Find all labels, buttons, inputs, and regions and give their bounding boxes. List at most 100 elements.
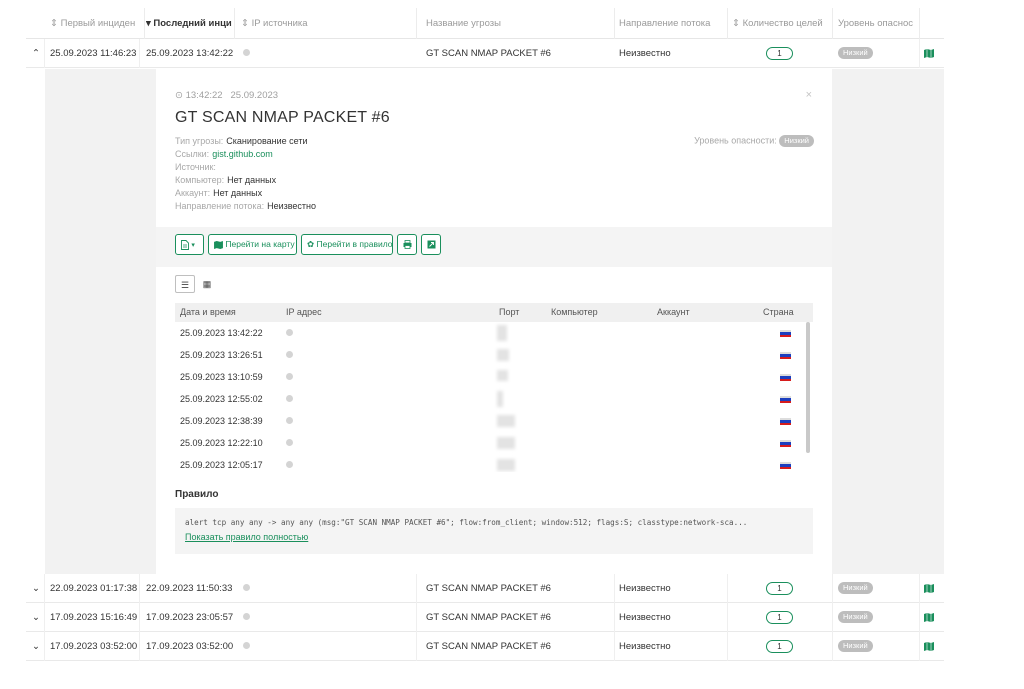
prop-key: Ссылки: (175, 149, 210, 159)
threat-name-cell: GT SCAN NMAP PACKET #6 (426, 583, 551, 594)
count-pill: 1 (766, 610, 793, 624)
targets-count-cell: 1 (766, 39, 793, 68)
sub-col-computer: Компьютер (551, 307, 598, 317)
col-divider (416, 8, 417, 39)
threat-name-cell: GT SCAN NMAP PACKET #6 (426, 641, 551, 652)
last-incident-cell: 22.09.2023 11:50:33 (146, 583, 233, 594)
sub-col-datetime: Дата и время (180, 307, 236, 317)
chevron-down-icon[interactable]: ⌄ (32, 632, 40, 661)
chevron-down-icon[interactable]: ⌄ (32, 603, 40, 632)
redacted-port (497, 459, 515, 471)
list-item[interactable]: 25.09.2023 13:26:51 (175, 344, 813, 366)
direction-value: Неизвестно (267, 201, 317, 211)
show-full-rule-link[interactable]: Показать правило полностью (185, 532, 308, 542)
level-cell: Низкий (838, 632, 873, 661)
target-datetime: 25.09.2023 12:38:39 (180, 416, 263, 426)
prop-key: Аккаунт: (175, 188, 211, 198)
cell-divider (139, 39, 140, 68)
map-icon[interactable] (924, 39, 934, 68)
rule-title: Правило (175, 489, 219, 500)
table-row[interactable]: ⌄ 17.09.2023 15:16:49 17.09.2023 23:05:5… (26, 603, 944, 632)
prop-key: Тип угрозы: (175, 136, 224, 146)
close-icon[interactable]: × (806, 89, 812, 101)
status-dot-icon (243, 603, 250, 632)
map-icon (214, 240, 223, 249)
chevron-up-icon[interactable]: ⌃ (32, 39, 40, 68)
col-divider (234, 8, 235, 39)
export-button[interactable] (421, 234, 441, 255)
col-divider (832, 8, 833, 39)
chevron-down-icon[interactable]: ⌄ (32, 574, 40, 603)
target-datetime: 25.09.2023 12:22:10 (180, 438, 263, 448)
cell-divider (44, 632, 45, 661)
col-targets-count[interactable]: ⇕ Количество целей (732, 8, 832, 39)
list-item[interactable]: 25.09.2023 12:22:10 (175, 432, 813, 454)
links-value[interactable]: gist.github.com (212, 149, 273, 159)
prop-key: Компьютер: (175, 175, 225, 185)
detail-time: 13:42:22 (185, 90, 223, 101)
threat-name-cell: GT SCAN NMAP PACKET #6 (426, 612, 551, 623)
last-incident-cell: 17.09.2023 23:05:57 (146, 612, 234, 623)
cell-divider (919, 574, 920, 603)
cell-divider (919, 603, 920, 632)
first-incident-cell: 17.09.2023 03:52:00 (50, 641, 138, 652)
status-dot-icon (286, 322, 293, 344)
col-source-ip[interactable]: ⇕ IP источника (241, 8, 401, 39)
status-dot-icon (243, 574, 250, 603)
flag-ru-icon (780, 374, 791, 381)
col-threat-name[interactable]: Название угрозы (426, 8, 606, 39)
status-dot-icon (243, 39, 250, 68)
cell-divider (139, 574, 140, 603)
print-button[interactable] (397, 234, 417, 255)
sort-icon: ⇕ (50, 18, 61, 29)
threat-type-value: Сканирование сети (226, 136, 308, 146)
list-view-icon[interactable]: ☰ (175, 275, 195, 293)
sort-icon: ⇕ (732, 18, 743, 29)
level-badge: Низкий (838, 611, 873, 624)
targets-count-cell: 1 (766, 603, 793, 632)
caret-down-icon: ▾ (191, 242, 195, 249)
sub-col-account: Аккаунт (657, 307, 690, 317)
list-item[interactable]: 25.09.2023 12:05:17 (175, 454, 813, 472)
target-datetime: 25.09.2023 13:26:51 (180, 350, 263, 360)
list-item[interactable]: 25.09.2023 13:42:22 (175, 322, 813, 344)
col-divider (614, 8, 615, 39)
detail-danger-level: Уровень опасности: Низкий (694, 135, 814, 147)
report-button[interactable]: ▾ (175, 234, 204, 255)
detail-timestamp: ⊙ 13:42:22 25.09.2023 (175, 90, 278, 101)
table-row[interactable]: ⌃ 25.09.2023 11:46:23 25.09.2023 13:42:2… (26, 39, 944, 68)
target-datetime: 25.09.2023 13:42:22 (180, 328, 263, 338)
level-cell: Низкий (838, 39, 873, 68)
status-dot-icon (286, 454, 293, 472)
flag-ru-icon (780, 396, 791, 403)
cell-divider (44, 574, 45, 603)
target-datetime: 25.09.2023 13:10:59 (180, 372, 263, 382)
col-flow-direction[interactable]: Направление потока (619, 8, 729, 39)
status-dot-icon (286, 366, 293, 388)
last-incident-cell: 25.09.2023 13:42:22 (146, 48, 234, 59)
table-row[interactable]: ⌄ 17.09.2023 03:52:00 17.09.2023 03:52:0… (26, 632, 944, 661)
sort-icon: ⇕ (241, 18, 252, 29)
redacted-port (497, 349, 509, 361)
status-dot-icon (286, 432, 293, 454)
map-icon[interactable] (924, 632, 934, 661)
col-danger-level[interactable]: Уровень опаснос (838, 8, 921, 39)
count-pill: 1 (766, 639, 793, 653)
grid-view-icon[interactable]: ▦ (197, 275, 217, 293)
targets-scrollbar[interactable] (806, 322, 810, 453)
table-row[interactable]: ⌄ 22.09.2023 01:17:38 22.09.2023 11:50:3… (26, 574, 944, 603)
rule-code: alert tcp any any -> any any (msg:"GT SC… (185, 518, 748, 527)
goto-rule-button[interactable]: ✿ Перейти в правило (301, 234, 393, 255)
col-first-incident[interactable]: ⇕ Первый инциден (50, 8, 150, 39)
targets-count-cell: 1 (766, 574, 793, 603)
targets-count-cell: 1 (766, 632, 793, 661)
map-icon[interactable] (924, 603, 934, 632)
list-item[interactable]: 25.09.2023 12:38:39 (175, 410, 813, 432)
col-last-incident[interactable]: ▾ Последний инци (146, 8, 241, 39)
map-icon[interactable] (924, 574, 934, 603)
cell-divider (614, 574, 615, 603)
list-item[interactable]: 25.09.2023 13:10:59 (175, 366, 813, 388)
list-item[interactable]: 25.09.2023 12:55:02 (175, 388, 813, 410)
goto-map-button[interactable]: Перейти на карту (208, 234, 297, 255)
cell-divider (416, 603, 417, 632)
